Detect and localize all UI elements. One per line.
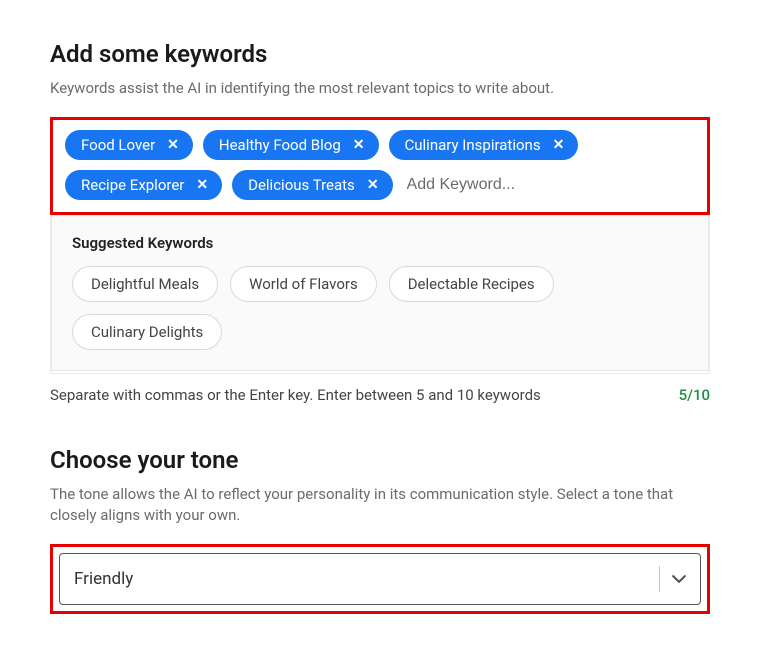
tone-select-indicator <box>659 566 686 592</box>
keyword-tag: Culinary Inspirations ✕ <box>389 130 579 160</box>
suggested-chip[interactable]: Delectable Recipes <box>389 266 554 302</box>
tone-divider <box>659 566 660 592</box>
keywords-description: Keywords assist the AI in identifying th… <box>50 78 710 99</box>
keywords-helper-text: Separate with commas or the Enter key. E… <box>50 386 541 404</box>
keywords-tags-area[interactable]: Food Lover ✕ Healthy Food Blog ✕ Culinar… <box>65 130 695 200</box>
keyword-tag: Delicious Treats ✕ <box>232 170 392 200</box>
suggested-keywords-box: Suggested Keywords Delightful Meals Worl… <box>51 215 709 371</box>
close-icon[interactable]: ✕ <box>163 138 183 152</box>
add-keyword-input[interactable] <box>403 170 618 200</box>
keywords-panel: Suggested Keywords Delightful Meals Worl… <box>50 215 710 374</box>
keywords-counter: 5/10 <box>679 386 710 404</box>
tone-description: The tone allows the AI to reflect your p… <box>50 484 710 526</box>
keyword-tag: Food Lover ✕ <box>65 130 193 160</box>
close-icon[interactable]: ✕ <box>363 178 383 192</box>
suggested-chip[interactable]: World of Flavors <box>230 266 377 302</box>
suggested-chip[interactable]: Delightful Meals <box>72 266 218 302</box>
suggested-chips-row: Delightful Meals World of Flavors Delect… <box>72 266 688 350</box>
keyword-tag-label: Delicious Treats <box>248 176 355 194</box>
keywords-helper-row: Separate with commas or the Enter key. E… <box>50 386 710 404</box>
suggested-keywords-title: Suggested Keywords <box>72 234 688 252</box>
close-icon[interactable]: ✕ <box>549 138 569 152</box>
suggested-chip[interactable]: Culinary Delights <box>72 314 222 350</box>
close-icon[interactable]: ✕ <box>192 178 212 192</box>
chevron-down-icon <box>672 572 686 586</box>
keywords-highlight-box: Food Lover ✕ Healthy Food Blog ✕ Culinar… <box>50 117 710 215</box>
tone-heading: Choose your tone <box>50 446 710 474</box>
keywords-heading: Add some keywords <box>50 40 710 68</box>
keyword-tag-label: Healthy Food Blog <box>219 136 341 154</box>
keyword-tag-label: Culinary Inspirations <box>405 136 541 154</box>
close-icon[interactable]: ✕ <box>349 138 369 152</box>
keyword-tag: Healthy Food Blog ✕ <box>203 130 379 160</box>
tone-select[interactable]: Friendly <box>59 553 701 605</box>
tone-selected-value: Friendly <box>74 569 133 589</box>
keyword-tag-label: Recipe Explorer <box>81 176 184 194</box>
keyword-tag: Recipe Explorer ✕ <box>65 170 222 200</box>
tone-highlight-box: Friendly <box>50 544 710 614</box>
keyword-tag-label: Food Lover <box>81 136 155 154</box>
